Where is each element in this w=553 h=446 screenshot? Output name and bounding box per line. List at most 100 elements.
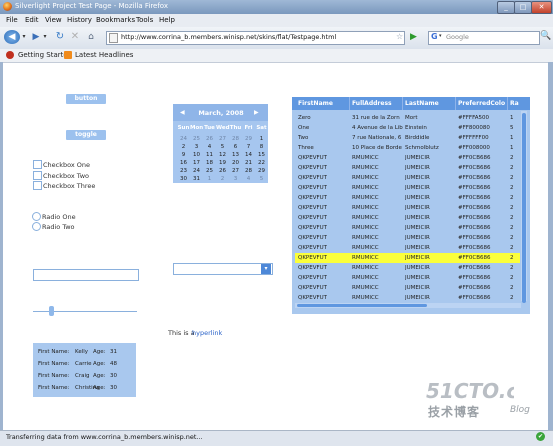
calendar-day[interactable]: 25 bbox=[190, 136, 203, 142]
checkbox-two[interactable] bbox=[33, 171, 42, 180]
table-cell[interactable]: Zero bbox=[298, 115, 350, 121]
table-cell[interactable]: 2 bbox=[510, 155, 520, 161]
table-cell[interactable]: 5 bbox=[510, 125, 520, 131]
calendar-day[interactable]: 8 bbox=[255, 144, 268, 150]
table-cell[interactable]: QKPEVFUT bbox=[298, 215, 350, 221]
table-cell[interactable]: 2 bbox=[510, 175, 520, 181]
table-cell[interactable]: Three bbox=[298, 145, 350, 151]
table-cell[interactable]: QKPEVFUT bbox=[298, 165, 350, 171]
table-cell[interactable]: JUMEICIR bbox=[405, 205, 457, 211]
table-cell[interactable]: 1 bbox=[510, 145, 520, 151]
table-cell[interactable]: #FF800080 bbox=[458, 125, 510, 131]
table-cell[interactable]: #FF0CB686 bbox=[458, 255, 510, 261]
table-cell[interactable]: 2 bbox=[510, 185, 520, 191]
combo-box[interactable] bbox=[173, 263, 273, 275]
table-cell[interactable]: Schmolblutz bbox=[405, 145, 457, 151]
calendar-day[interactable]: 9 bbox=[177, 152, 190, 158]
table-cell[interactable]: 2 bbox=[510, 295, 520, 301]
sample-button[interactable]: button bbox=[66, 94, 106, 104]
table-cell[interactable]: 7 rue Nationale, 6 bbox=[352, 135, 404, 141]
table-cell[interactable]: #FF0CB686 bbox=[458, 295, 510, 301]
table-cell[interactable]: 2 bbox=[510, 255, 520, 261]
table-cell[interactable]: #FF0CB686 bbox=[458, 225, 510, 231]
calendar-day[interactable]: 12 bbox=[216, 152, 229, 158]
radio-two[interactable] bbox=[32, 222, 41, 231]
go-button[interactable]: ▶ bbox=[410, 32, 420, 42]
table-cell[interactable]: 10 Place de Borde bbox=[352, 145, 404, 151]
table-cell[interactable]: 2 bbox=[510, 245, 520, 251]
calendar-day[interactable]: 18 bbox=[203, 160, 216, 166]
calendar-day[interactable]: 27 bbox=[229, 168, 242, 174]
table-cell[interactable]: #FF0CB686 bbox=[458, 275, 510, 281]
table-cell[interactable]: #FF0CB686 bbox=[458, 205, 510, 211]
maximize-button[interactable]: □ bbox=[514, 1, 532, 14]
table-cell[interactable]: 1 bbox=[510, 115, 520, 121]
table-cell[interactable]: 2 bbox=[510, 285, 520, 291]
back-button[interactable]: ◀ bbox=[4, 30, 20, 44]
table-cell[interactable]: #FF0CB686 bbox=[458, 195, 510, 201]
menu-file[interactable]: File bbox=[6, 16, 18, 24]
table-cell[interactable]: 2 bbox=[510, 225, 520, 231]
table-cell[interactable]: 1 bbox=[510, 135, 520, 141]
table-cell[interactable]: JUMEICIR bbox=[405, 185, 457, 191]
menu-tools[interactable]: Tools bbox=[136, 16, 153, 24]
table-cell[interactable]: RMUMICC bbox=[352, 245, 404, 251]
calendar-month-title[interactable]: March, 2008 bbox=[195, 109, 247, 117]
table-cell[interactable]: One bbox=[298, 125, 350, 131]
toggle-button[interactable]: toggle bbox=[66, 130, 106, 140]
calendar-day[interactable]: 22 bbox=[255, 160, 268, 166]
table-cell[interactable]: JUMEICIR bbox=[405, 155, 457, 161]
calendar-day[interactable]: 19 bbox=[216, 160, 229, 166]
table-cell[interactable]: 2 bbox=[510, 165, 520, 171]
reload-button[interactable]: ↻ bbox=[54, 30, 66, 44]
table-cell[interactable]: JUMEICIR bbox=[405, 175, 457, 181]
table-cell[interactable]: JUMEICIR bbox=[405, 285, 457, 291]
table-cell[interactable]: RMUMICC bbox=[352, 205, 404, 211]
table-cell[interactable]: RMUMICC bbox=[352, 165, 404, 171]
calendar-day[interactable]: 30 bbox=[177, 176, 190, 182]
table-cell[interactable]: QKPEVFUT bbox=[298, 195, 350, 201]
table-cell[interactable]: #FF0CB686 bbox=[458, 235, 510, 241]
table-cell[interactable]: JUMEICIR bbox=[405, 295, 457, 301]
calendar-day[interactable]: 6 bbox=[229, 144, 242, 150]
calendar-day[interactable]: 7 bbox=[242, 144, 255, 150]
table-cell[interactable]: 2 bbox=[510, 215, 520, 221]
table-cell[interactable]: QKPEVFUT bbox=[298, 205, 350, 211]
table-cell[interactable]: RMUMICC bbox=[352, 215, 404, 221]
table-cell[interactable]: QKPEVFUT bbox=[298, 155, 350, 161]
calendar-day[interactable]: 4 bbox=[242, 176, 255, 182]
bookmark-star-icon[interactable]: ☆ bbox=[396, 32, 403, 41]
menu-history[interactable]: History bbox=[67, 16, 92, 24]
google-icon[interactable]: G bbox=[431, 32, 439, 41]
hyperlink[interactable]: hyperlink bbox=[192, 329, 222, 337]
calendar-day[interactable]: 11 bbox=[203, 152, 216, 158]
calendar-day[interactable]: 29 bbox=[255, 168, 268, 174]
grid-vertical-scroll-thumb[interactable] bbox=[522, 113, 526, 303]
table-cell[interactable]: #FFFFFF00 bbox=[458, 135, 510, 141]
grid-column-header[interactable]: FullAddress bbox=[352, 100, 404, 107]
table-cell[interactable]: RMUMICC bbox=[352, 175, 404, 181]
calendar-day[interactable]: 29 bbox=[242, 136, 255, 142]
table-cell[interactable]: QKPEVFUT bbox=[298, 175, 350, 181]
table-cell[interactable]: #FF0CB686 bbox=[458, 245, 510, 251]
table-cell[interactable]: Mort bbox=[405, 115, 457, 121]
close-button[interactable]: ✕ bbox=[531, 1, 552, 14]
table-cell[interactable]: #FF0CB686 bbox=[458, 155, 510, 161]
table-cell[interactable]: RMUMICC bbox=[352, 235, 404, 241]
table-cell[interactable]: JUMEICIR bbox=[405, 225, 457, 231]
table-cell[interactable]: 2 bbox=[510, 195, 520, 201]
table-cell[interactable]: 2 bbox=[510, 265, 520, 271]
stop-button[interactable]: ✕ bbox=[69, 30, 81, 44]
checkbox-one[interactable] bbox=[33, 160, 42, 169]
calendar-day[interactable]: 3 bbox=[190, 144, 203, 150]
table-cell[interactable]: RMUMICC bbox=[352, 285, 404, 291]
minimize-button[interactable]: _ bbox=[497, 1, 515, 14]
table-cell[interactable]: JUMEICIR bbox=[405, 255, 457, 261]
calendar-day[interactable]: 26 bbox=[216, 168, 229, 174]
menu-view[interactable]: View bbox=[45, 16, 62, 24]
calendar-day[interactable]: 5 bbox=[216, 144, 229, 150]
calendar-day[interactable]: 3 bbox=[229, 176, 242, 182]
table-cell[interactable]: 2 bbox=[510, 275, 520, 281]
search-icon[interactable]: 🔍 bbox=[540, 31, 551, 41]
table-cell[interactable]: 2 bbox=[510, 205, 520, 211]
